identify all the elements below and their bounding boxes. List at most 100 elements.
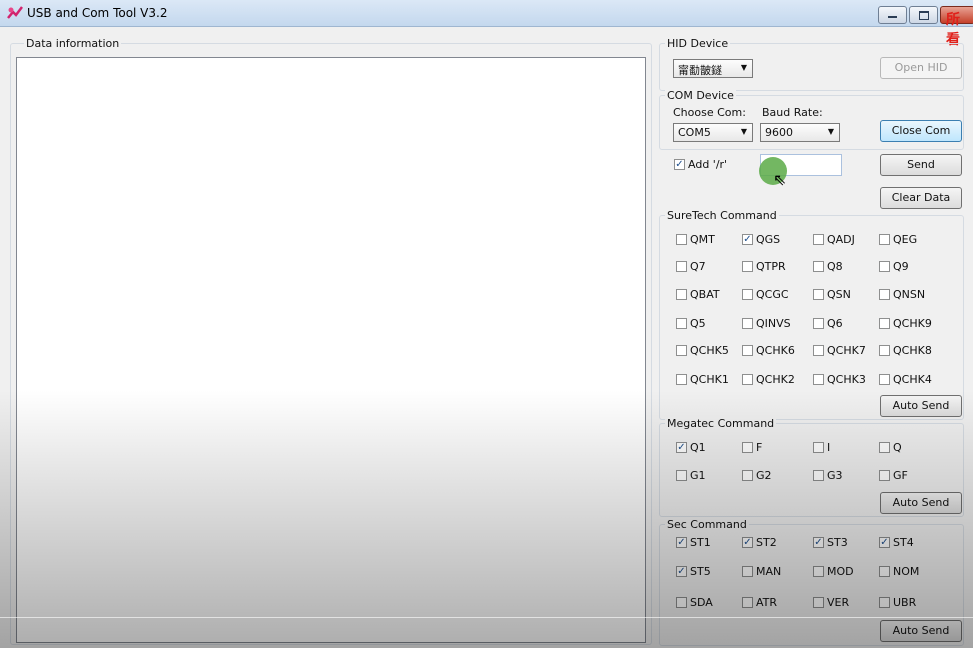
checkbox-label: QCHK2 (756, 372, 795, 386)
check-box (879, 260, 890, 272)
checkbox-f[interactable]: F (742, 440, 762, 454)
megatec-command-label: Megatec Command (665, 417, 777, 430)
checkbox-st5[interactable]: ✓ ST5 (676, 564, 711, 578)
checkbox-st2[interactable]: ✓ ST2 (742, 535, 777, 549)
minimize-button[interactable] (878, 6, 907, 24)
check-box (676, 596, 687, 608)
chevron-down-icon: ▼ (827, 127, 834, 136)
checkbox-label: QCHK9 (893, 316, 932, 330)
checkbox-q6[interactable]: Q6 (813, 316, 843, 330)
check-box (879, 317, 890, 329)
checkbox-qchk6[interactable]: QCHK6 (742, 343, 795, 357)
checkbox-qnsn[interactable]: QNSN (879, 287, 925, 301)
checkbox-man[interactable]: MAN (742, 564, 781, 578)
checkbox-q1[interactable]: ✓ Q1 (676, 440, 706, 454)
checkbox-ubr[interactable]: UBR (879, 595, 916, 609)
checkbox-qadj[interactable]: QADJ (813, 232, 855, 246)
checkbox-label: Q1 (690, 440, 706, 454)
chevron-down-icon: ▼ (740, 127, 747, 136)
check-box (813, 344, 824, 356)
checkbox-st1[interactable]: ✓ ST1 (676, 535, 711, 549)
checkbox-label: QTPR (756, 259, 786, 273)
check-box: ✓ (813, 536, 824, 548)
checkbox-qchk7[interactable]: QCHK7 (813, 343, 866, 357)
checkbox-qtpr[interactable]: QTPR (742, 259, 786, 273)
add-r-check-box: ✓ (674, 158, 685, 170)
checkbox-qmt[interactable]: QMT (676, 232, 715, 246)
checkbox-ver[interactable]: VER (813, 595, 849, 609)
checkbox-g2[interactable]: G2 (742, 468, 772, 482)
checkbox-g1[interactable]: G1 (676, 468, 706, 482)
hid-device-select[interactable]: 甯勫皵鐩 ▼ (673, 59, 753, 78)
checkbox-i[interactable]: I (813, 440, 830, 454)
checkbox-label: QCHK4 (893, 372, 932, 386)
checkbox-qchk5[interactable]: QCHK5 (676, 343, 729, 357)
close-com-button[interactable]: Close Com (880, 120, 962, 142)
maximize-button[interactable] (909, 6, 938, 24)
megatec-auto-send-button[interactable]: Auto Send (880, 492, 962, 514)
checkbox-sda[interactable]: SDA (676, 595, 713, 609)
checkbox-qchk3[interactable]: QCHK3 (813, 372, 866, 386)
checkbox-st3[interactable]: ✓ ST3 (813, 535, 848, 549)
checkbox-qchk4[interactable]: QCHK4 (879, 372, 932, 386)
minimize-icon (888, 16, 897, 18)
baud-rate-select[interactable]: 9600 ▼ (760, 123, 840, 142)
check-box: ✓ (879, 536, 890, 548)
check-box (879, 565, 890, 577)
check-box (813, 317, 824, 329)
check-box (742, 469, 753, 481)
check-box (813, 260, 824, 272)
data-output-textarea[interactable] (16, 57, 646, 643)
checkbox-label: QCHK3 (827, 372, 866, 386)
app-icon (7, 6, 23, 19)
checkbox-label: QCHK7 (827, 343, 866, 357)
open-hid-button[interactable]: Open HID (880, 57, 962, 79)
checkbox-gf[interactable]: GF (879, 468, 908, 482)
checkbox-nom[interactable]: NOM (879, 564, 919, 578)
checkbox-qchk9[interactable]: QCHK9 (879, 316, 932, 330)
checkbox-q7[interactable]: Q7 (676, 259, 706, 273)
checkbox-st4[interactable]: ✓ ST4 (879, 535, 914, 549)
sec-command-label: Sec Command (665, 518, 749, 531)
checkbox-label: QGS (756, 232, 781, 246)
check-box (742, 344, 753, 356)
checkbox-q9[interactable]: Q9 (879, 259, 909, 273)
checkbox-label: Q8 (827, 259, 843, 273)
checkbox-label: Q9 (893, 259, 909, 273)
checkbox-qcgc[interactable]: QCGC (742, 287, 789, 301)
checkbox-atr[interactable]: ATR (742, 595, 777, 609)
checkbox-g3[interactable]: G3 (813, 468, 843, 482)
check-box (813, 441, 824, 453)
checkbox-qsn[interactable]: QSN (813, 287, 851, 301)
checkbox-label: QCHK8 (893, 343, 932, 357)
add-r-checkbox[interactable]: ✓ Add '/r' (674, 157, 727, 171)
checkbox-qinvs[interactable]: QINVS (742, 316, 791, 330)
checkbox-q[interactable]: Q (879, 440, 902, 454)
check-box (742, 565, 753, 577)
checkbox-label: MAN (756, 564, 782, 578)
window-title: USB and Com Tool V3.2 (27, 6, 168, 20)
checkbox-qeg[interactable]: QEG (879, 232, 917, 246)
checkbox-mod[interactable]: MOD (813, 564, 854, 578)
send-button[interactable]: Send (880, 154, 962, 176)
checkbox-label: QNSN (893, 287, 926, 301)
suretech-auto-send-button[interactable]: Auto Send (880, 395, 962, 417)
checkbox-q5[interactable]: Q5 (676, 316, 706, 330)
maximize-icon (919, 11, 929, 20)
check-box (813, 288, 824, 300)
checkbox-q8[interactable]: Q8 (813, 259, 843, 273)
check-box (813, 469, 824, 481)
check-box (742, 373, 753, 385)
check-box: ✓ (676, 565, 687, 577)
check-box: ✓ (742, 233, 753, 245)
checkbox-qgs[interactable]: ✓ QGS (742, 232, 780, 246)
checkbox-label: QADJ (827, 232, 855, 246)
checkbox-qbat[interactable]: QBAT (676, 287, 720, 301)
clear-data-button[interactable]: Clear Data (880, 187, 962, 209)
com-port-select[interactable]: COM5 ▼ (673, 123, 753, 142)
checkbox-qchk8[interactable]: QCHK8 (879, 343, 932, 357)
checkbox-qchk2[interactable]: QCHK2 (742, 372, 795, 386)
sec-auto-send-button[interactable]: Auto Send (880, 620, 962, 642)
checkbox-qchk1[interactable]: QCHK1 (676, 372, 729, 386)
com-device-label: COM Device (665, 89, 736, 102)
